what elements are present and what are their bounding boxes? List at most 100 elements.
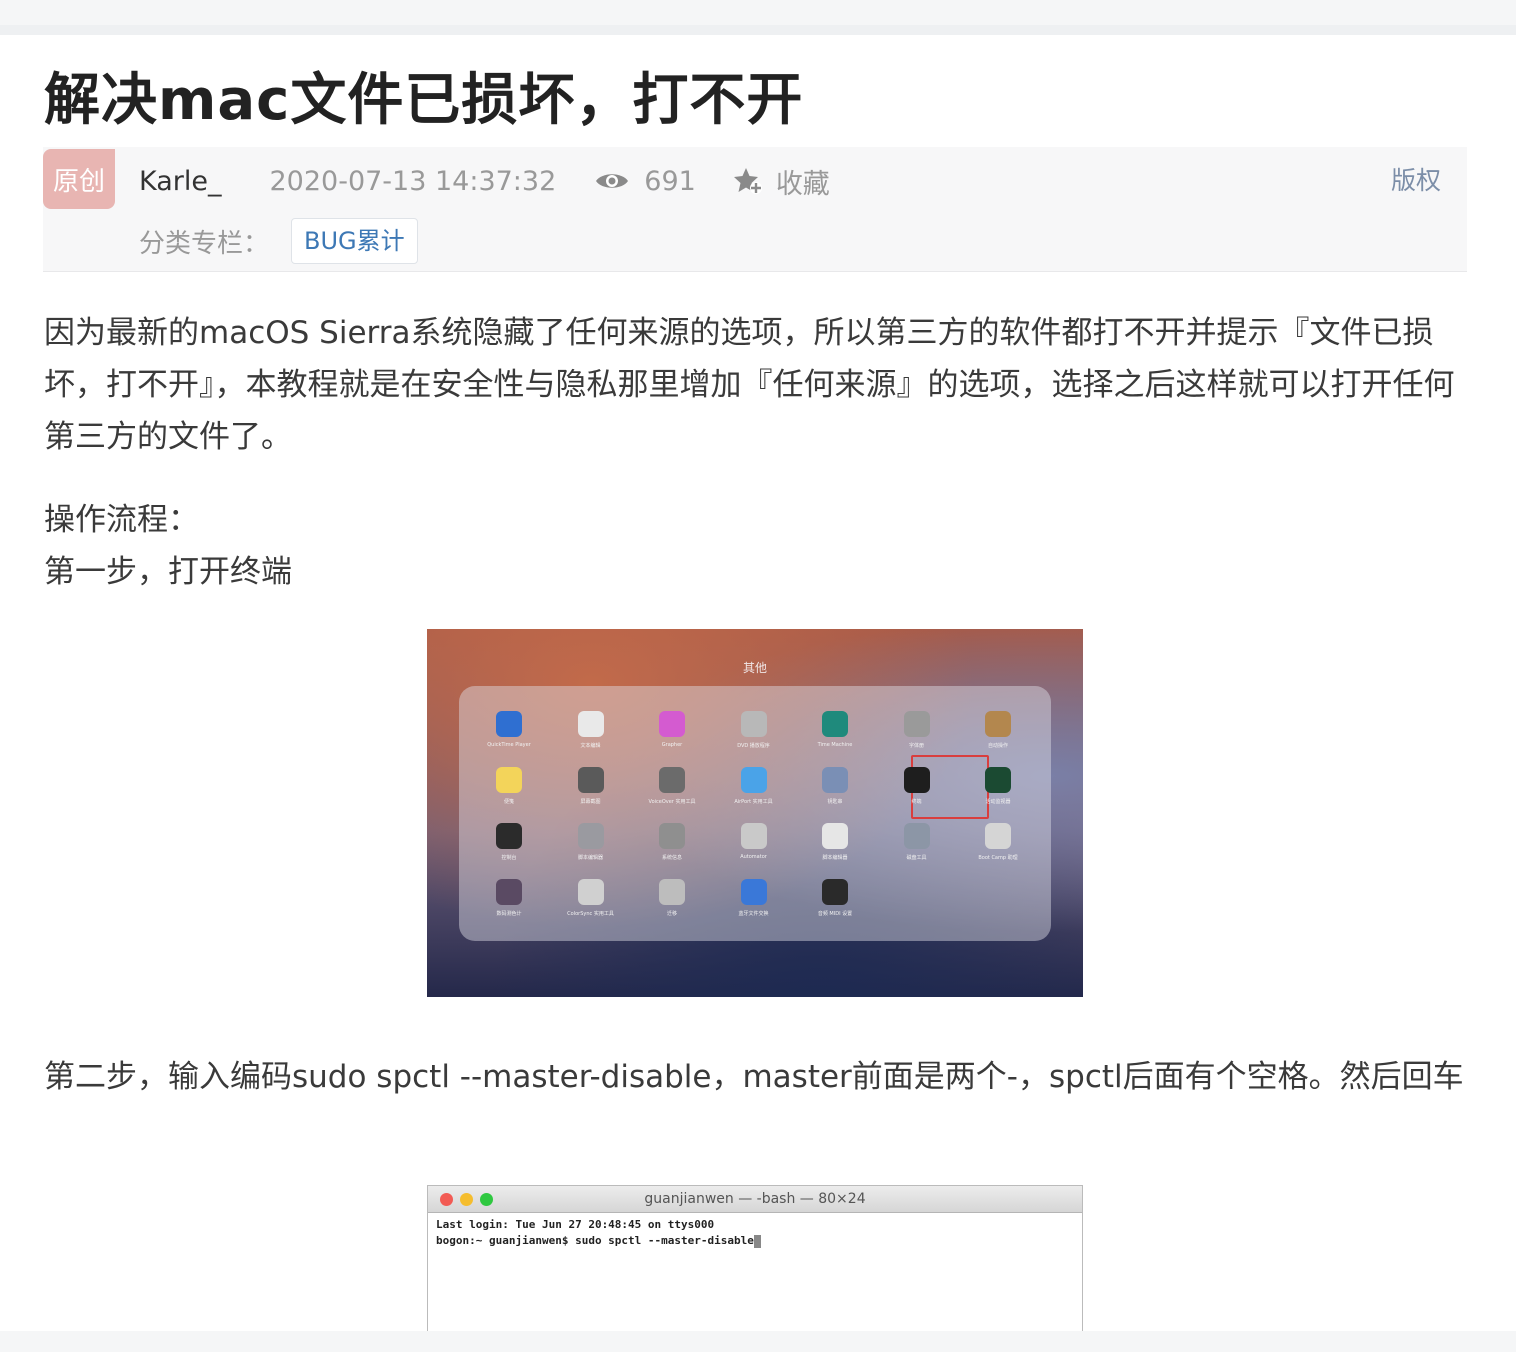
meta-row: Karle_ 2020-07-13 14:37:32 691 收藏 [139, 161, 830, 201]
launchpad-app-label: 活动监视器 [985, 799, 1011, 805]
migration-icon [659, 879, 685, 905]
launchpad-app[interactable]: 音频 MIDI 设置 [795, 879, 875, 929]
publish-time: 2020-07-13 14:37:32 [269, 165, 557, 197]
time-machine-icon [822, 711, 848, 737]
quicktime-icon [496, 711, 522, 737]
script-editor-icon [577, 823, 604, 849]
launchpad-app[interactable]: Time Machine [795, 711, 875, 761]
colorsync-icon [577, 879, 604, 905]
terminal-titlebar: guanjianwen — -bash — 80×24 [428, 1186, 1082, 1213]
launchpad-app-label: 控制台 [501, 855, 517, 861]
launchpad-app[interactable]: 磁盘工具 [877, 823, 957, 873]
launchpad-app-label: 终端 [911, 799, 922, 805]
category-row: 分类专栏： BUG累计 [139, 217, 418, 265]
launchpad-app[interactable]: 字体册 [877, 711, 957, 761]
launchpad-app[interactable]: 脚本编辑器 [795, 823, 875, 873]
stickies-icon [496, 767, 522, 793]
launchpad-app-label: 数码测色计 [496, 911, 522, 917]
launchpad-app-label: 脚本编辑器 [822, 855, 848, 861]
terminal-line-1: Last login: Tue Jun 27 20:48:45 on ttys0… [436, 1218, 715, 1231]
launchpad-app[interactable]: AirPort 实用工具 [714, 767, 794, 817]
keychain-icon [822, 767, 848, 793]
bootcamp-icon [985, 823, 1011, 849]
screenshot-icon [577, 767, 604, 793]
launchpad-app-label: DVD 播放程序 [737, 743, 770, 749]
launchpad-app[interactable]: Boot Camp 助理 [958, 823, 1038, 873]
automator-icon [985, 711, 1011, 737]
launchpad-app[interactable]: DVD 播放程序 [714, 711, 794, 761]
console-icon [496, 823, 522, 849]
launchpad-app-label: 钥匙串 [827, 799, 843, 805]
launchpad-app-label: 自动操作 [987, 743, 1008, 749]
terminal-icon [903, 767, 930, 793]
launchpad-app[interactable]: VoiceOver 实用工具 [632, 767, 712, 817]
launchpad-folder-title: 其他 [742, 661, 767, 675]
process-label: 操作流程： [44, 502, 199, 538]
terminal-title: guanjianwen — -bash — 80×24 [644, 1191, 866, 1207]
colorimeter-icon [496, 879, 522, 905]
launchpad-app-label: Boot Camp 助理 [978, 855, 1018, 861]
category-label: 分类专栏： [139, 228, 270, 259]
copyright-link[interactable]: 版权 [1391, 161, 1441, 201]
terminal-screenshot: guanjianwen — -bash — 80×24 Last login: … [427, 1185, 1083, 1331]
launchpad-app[interactable]: 终端 [877, 767, 957, 817]
system-info-icon [659, 823, 685, 849]
launchpad-app-label: Time Machine [817, 742, 853, 748]
top-divider [0, 25, 1516, 35]
eye-icon [596, 174, 629, 188]
intro-paragraph: 因为最新的macOS Sierra系统隐藏了任何来源的选项，所以第三方的软件都打… [44, 315, 1455, 455]
launchpad-app[interactable]: 数码测色计 [469, 879, 549, 929]
launchpad-app[interactable]: 控制台 [469, 823, 549, 873]
launchpad-app[interactable]: 脚本编辑器 [551, 823, 631, 873]
step1-text: 第一步，打开终端 [44, 554, 292, 590]
launchpad-app-label: Grapher [661, 742, 683, 748]
grapher-icon [659, 711, 685, 737]
favorite-button[interactable]: 收藏 [732, 162, 830, 201]
launchpad-app-label: 迁移 [666, 911, 677, 917]
step2-text: 第二步，输入编码sudo spctl --master-disable，mast… [44, 1059, 1464, 1095]
fontbook-icon [903, 711, 930, 737]
launchpad-app-label: 便笺 [503, 799, 514, 805]
text-cursor-icon [753, 1234, 761, 1248]
category-tag[interactable]: BUG累计 [291, 218, 418, 264]
launchpad-app[interactable]: ColorSync 实用工具 [551, 879, 631, 929]
launchpad-app[interactable]: 迁移 [632, 879, 712, 929]
airport-icon [740, 767, 767, 793]
launchpad-app-label: 音频 MIDI 设置 [817, 911, 853, 917]
launchpad-app-label: 文本编辑 [580, 743, 601, 749]
disk-utility-icon [903, 823, 930, 849]
view-count-value: 691 [644, 165, 696, 197]
launchpad-app[interactable]: Automator [714, 823, 794, 873]
launchpad-app[interactable]: 屏幕截图 [551, 767, 631, 817]
script-icon [822, 823, 848, 849]
launchpad-app[interactable]: 蓝牙文件交换 [714, 879, 794, 929]
launchpad-app[interactable]: 钥匙串 [795, 767, 875, 817]
launchpad-folder: QuickTime Player 文本编辑 Grapher DVD 播放程序 Time … [459, 686, 1051, 941]
activity-monitor-icon [985, 767, 1011, 793]
launchpad-app[interactable]: 自动操作 [958, 711, 1038, 761]
launchpad-app-label: 屏幕截图 [580, 799, 601, 805]
terminal-body: Last login: Tue Jun 27 20:48:45 on ttys0… [428, 1213, 1082, 1253]
star-icon [733, 168, 762, 194]
voiceover-icon [659, 767, 685, 793]
favorite-label: 收藏 [775, 168, 830, 200]
dvd-icon [740, 711, 767, 737]
bluetooth-icon [740, 879, 767, 905]
terminal-line-2: bogon:~ guanjianwen$ sudo spctl --master… [436, 1233, 1074, 1249]
launchpad-app-label: 磁盘工具 [906, 855, 927, 861]
launchpad-app-label: 脚本编辑器 [577, 855, 603, 861]
launchpad-app[interactable]: 便笺 [469, 767, 549, 817]
launchpad-app[interactable]: 系统信息 [632, 823, 712, 873]
launchpad-app[interactable]: 活动监视器 [958, 767, 1038, 817]
launchpad-app-label: QuickTime Player [487, 742, 531, 748]
launchpad-app-label: VoiceOver 实用工具 [648, 799, 696, 805]
terminal-command: bogon:~ guanjianwen$ sudo spctl --master… [436, 1234, 754, 1247]
launchpad-app[interactable]: Grapher [632, 711, 712, 761]
author-link[interactable]: Karle_ [139, 166, 222, 197]
launchpad-app-label: 系统信息 [661, 855, 682, 861]
automator-robot-icon [740, 823, 767, 849]
launchpad-app-label: 蓝牙文件交换 [738, 911, 769, 917]
launchpad-app-label: Automator [740, 854, 767, 860]
launchpad-app[interactable]: 文本编辑 [551, 711, 631, 761]
launchpad-app[interactable]: QuickTime Player [469, 711, 549, 761]
